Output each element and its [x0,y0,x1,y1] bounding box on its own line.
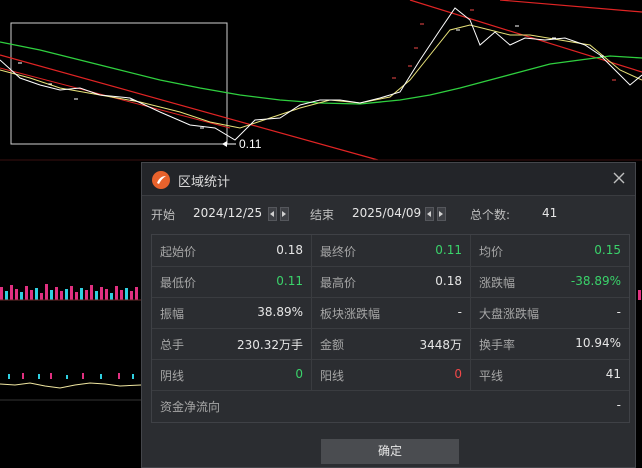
stat-flat-days: 平线 41 [479,367,621,383]
dialog-title: 区域统计 [178,175,231,190]
stat-down-days: 阴线 0 [160,367,303,383]
price-line [0,7,642,141]
date-range-row: 开始 2024/12/25 结束 2025/04/09 总个数: 41 [142,203,635,225]
start-label: 开始 [151,208,176,222]
low-arrow-head [222,141,227,147]
stat-low-price: 最低价 0.11 [160,274,303,290]
stat-net-flow: 资金净流向 - [160,398,621,414]
region-stats-dialog: 区域统计 开始 2024/12/25 结束 2025/04/09 总个数: 41 [141,162,636,468]
start-date-next-button[interactable] [280,207,289,221]
count-label: 总个数: [470,208,511,222]
end-date-prev-button[interactable] [425,207,434,221]
dialog-titlebar[interactable]: 区域统计 [142,163,635,196]
ok-button[interactable]: 确定 [321,439,459,464]
start-date-prev-button[interactable] [268,207,277,221]
end-date-next-button[interactable] [437,207,446,221]
trend-line-top [499,0,642,13]
app-logo-icon [152,171,170,189]
close-icon[interactable] [611,170,627,186]
indicator-line [0,382,142,389]
stats-grid: 起始价 0.18 最终价 0.11 均价 0.15 最低价 0.11 最高价 0… [151,234,630,423]
end-date[interactable]: 2025/04/09 [352,206,421,220]
red-dash-marks [392,9,616,81]
stat-open-price: 起始价 0.18 [160,243,303,259]
stat-close-price: 最终价 0.11 [320,243,462,259]
stat-volume: 总手 230.32万手 [160,338,303,352]
end-label: 结束 [310,208,335,222]
stat-turnover: 换手率 10.94% [479,336,621,352]
start-date[interactable]: 2024/12/25 [193,206,262,220]
stat-amount: 金额 3448万 [320,338,462,352]
ma-mid-line [0,24,642,129]
price-dash-marks [18,25,604,129]
count-value: 41 [542,206,558,220]
stat-sector-change: 板块涨跌幅 - [320,305,462,321]
stat-up-days: 阳线 0 [320,367,462,383]
stat-high-price: 最高价 0.18 [320,274,462,290]
low-price-label: 0.11 [239,137,262,151]
stat-amplitude: 振幅 38.89% [160,305,303,321]
stat-market-change: 大盘涨跌幅 - [479,305,621,321]
stat-avg-price: 均价 0.15 [479,243,621,259]
indicator-ticks [8,373,134,379]
stat-change: 涨跌幅 -38.89% [479,274,621,290]
